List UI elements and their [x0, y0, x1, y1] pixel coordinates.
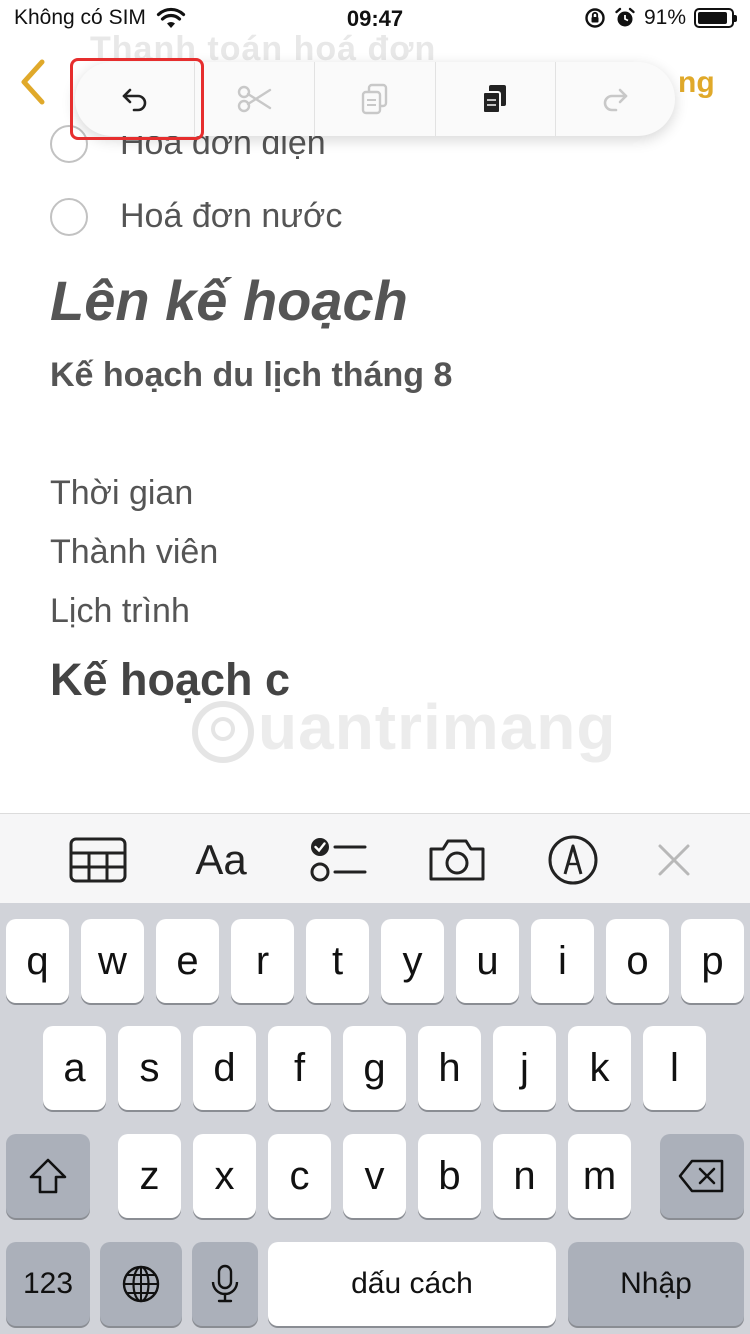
note-line: Lịch trình — [50, 592, 190, 630]
globe-key[interactable] — [100, 1242, 182, 1326]
key-w[interactable]: w — [81, 919, 144, 1003]
paste-button[interactable] — [434, 62, 555, 136]
key-l[interactable]: l — [643, 1026, 706, 1110]
note-line: Thời gian — [50, 474, 194, 512]
key-j[interactable]: j — [493, 1026, 556, 1110]
camera-button[interactable] — [427, 832, 487, 888]
shift-key[interactable] — [6, 1134, 90, 1218]
redo-icon — [604, 88, 628, 112]
key-k[interactable]: k — [568, 1026, 631, 1110]
copy-icon — [361, 83, 388, 115]
key-b[interactable]: b — [418, 1134, 481, 1218]
key-a[interactable]: a — [43, 1026, 106, 1110]
key-v[interactable]: v — [343, 1134, 406, 1218]
format-button[interactable]: Aa — [186, 832, 256, 888]
table-button[interactable] — [68, 832, 128, 888]
note-heading: Lên kế hoạch — [50, 269, 408, 332]
orientation-lock-icon — [585, 8, 605, 28]
key-p[interactable]: p — [681, 919, 744, 1003]
key-x[interactable]: x — [193, 1134, 256, 1218]
checklist-button[interactable] — [308, 832, 368, 888]
space-key[interactable]: dấu cách — [268, 1242, 556, 1326]
key-u[interactable]: u — [456, 919, 519, 1003]
key-i[interactable]: i — [531, 919, 594, 1003]
status-right: 91% — [584, 6, 737, 30]
alarm-icon — [615, 7, 635, 27]
watermark-logo-icon — [192, 701, 254, 764]
key-e[interactable]: e — [156, 919, 219, 1003]
battery-percent: 91% — [643, 6, 686, 29]
watermark-text: uantrimang — [258, 691, 617, 763]
key-c[interactable]: c — [268, 1134, 331, 1218]
checklist-item-text: Hoá đơn nước — [120, 197, 343, 235]
copy-button[interactable] — [314, 62, 434, 136]
keyboard: q w e r t y u i o p a s d f g h j k l z … — [0, 903, 750, 1334]
table-icon — [69, 837, 127, 883]
microphone-icon — [211, 1264, 239, 1303]
key-y[interactable]: y — [381, 919, 444, 1003]
dictation-key[interactable] — [192, 1242, 258, 1326]
camera-icon — [429, 839, 485, 881]
globe-icon — [122, 1265, 160, 1303]
battery-fill — [698, 12, 728, 24]
checklist-item[interactable]: Hoá đơn nước — [50, 197, 342, 236]
note-line: Thành viên — [50, 533, 219, 571]
nav-right-label[interactable]: ng — [678, 66, 715, 100]
key-q[interactable]: q — [6, 919, 69, 1003]
redo-button[interactable] — [554, 62, 675, 136]
key-s[interactable]: s — [118, 1026, 181, 1110]
key-m[interactable]: m — [568, 1134, 631, 1218]
scissors-icon — [237, 85, 271, 113]
undo-highlight-box — [70, 58, 204, 140]
battery-icon — [694, 8, 737, 28]
key-n[interactable]: n — [493, 1134, 556, 1218]
keyboard-accessory-toolbar: Aa — [0, 813, 750, 904]
markup-icon — [548, 835, 598, 885]
note-subheading: Kế hoạch du lịch tháng 8 — [50, 356, 453, 394]
key-o[interactable]: o — [606, 919, 669, 1003]
key-d[interactable]: d — [193, 1026, 256, 1110]
checklist-circle[interactable] — [50, 197, 88, 236]
back-chevron-icon[interactable] — [18, 58, 46, 106]
checklist-icon — [310, 838, 367, 882]
shift-icon — [29, 1158, 67, 1194]
delete-key[interactable] — [660, 1134, 744, 1218]
backspace-icon — [678, 1159, 724, 1193]
key-r[interactable]: r — [231, 919, 294, 1003]
markup-button[interactable] — [546, 832, 600, 888]
return-key[interactable]: Nhập — [568, 1242, 744, 1326]
key-f[interactable]: f — [268, 1026, 331, 1110]
paste-icon — [482, 85, 507, 114]
key-t[interactable]: t — [306, 919, 369, 1003]
key-g[interactable]: g — [343, 1026, 406, 1110]
key-h[interactable]: h — [418, 1026, 481, 1110]
key-z[interactable]: z — [118, 1134, 181, 1218]
close-button[interactable] — [654, 832, 694, 888]
watermark: uantrimang — [188, 690, 616, 767]
close-icon — [658, 844, 690, 876]
cut-button[interactable] — [194, 62, 314, 136]
numbers-key[interactable]: 123 — [6, 1242, 90, 1326]
